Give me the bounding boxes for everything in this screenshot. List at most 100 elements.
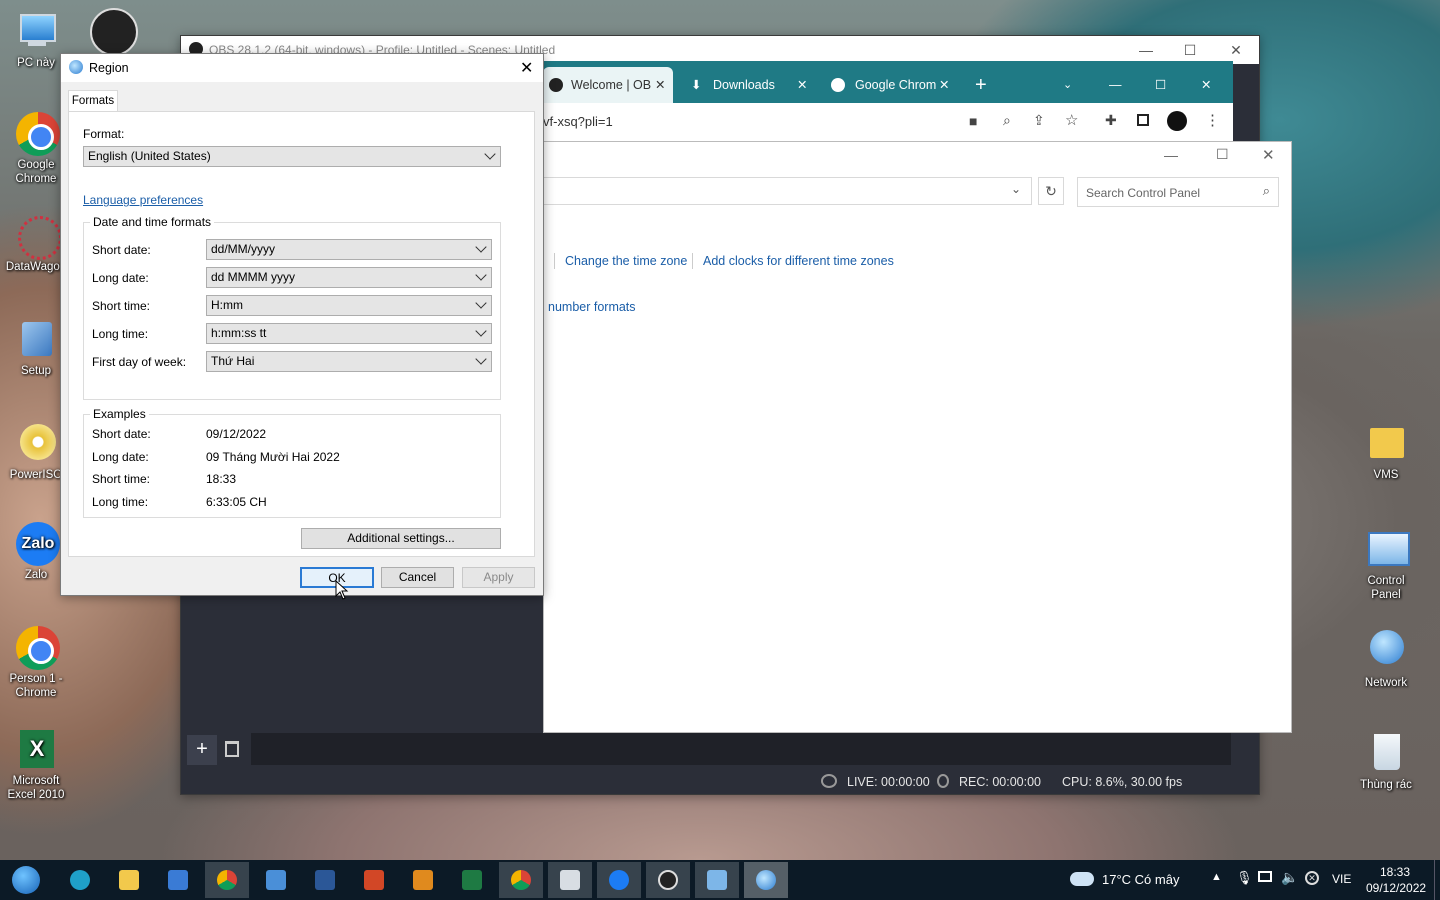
long-date-select[interactable]: dd MMMM yyyy [206, 267, 492, 288]
excel-icon [462, 870, 482, 890]
chrome-profile-icon [14, 626, 60, 670]
show-desktop-button[interactable] [1434, 860, 1440, 900]
windows-icon [12, 866, 40, 894]
tab-welcome-obs[interactable]: Welcome | OB ✕ [543, 67, 673, 103]
cancel-button[interactable]: Cancel [381, 567, 454, 588]
weather-text[interactable]: 17°C Có mây [1102, 872, 1179, 887]
desktop-icon-person-chrome[interactable]: Person 1 - Chrome [1, 626, 71, 700]
close-button[interactable]: ✕ [1262, 146, 1275, 164]
network-icon[interactable] [1258, 871, 1272, 882]
language-preferences-link[interactable]: Language preferences [83, 193, 203, 207]
start-button[interactable] [4, 862, 48, 898]
first-day-select[interactable]: Thứ Hai [206, 351, 492, 372]
desktop-icon-control-panel[interactable]: Control Panel [1351, 528, 1421, 602]
camera-icon[interactable]: ■ [969, 113, 977, 129]
tab-google-chrome[interactable]: Google Chrom ✕ [825, 67, 955, 103]
maximize-button[interactable]: ☐ [1175, 40, 1205, 60]
taskbar-obs[interactable] [646, 862, 690, 898]
taskbar-store[interactable] [156, 862, 200, 898]
close-button[interactable]: ✕ [1201, 67, 1221, 103]
close-icon[interactable]: ✕ [797, 67, 807, 103]
tab-search-icon[interactable]: ⌄ [1063, 67, 1083, 103]
side-panel-icon[interactable] [1137, 114, 1149, 126]
close-icon[interactable]: ✕ [655, 67, 665, 103]
chevron-down-icon[interactable]: ⌄ [1011, 182, 1021, 196]
long-time-select[interactable]: h:mm:ss tt [206, 323, 492, 344]
tab-label: Google Chrom [855, 78, 937, 92]
taskbar-excel[interactable] [450, 862, 494, 898]
change-time-zone-link[interactable]: Change the time zone [565, 254, 687, 268]
short-date-label: Short date: [92, 243, 151, 257]
taskbar-chrome[interactable] [205, 862, 249, 898]
short-date-value: dd/MM/yyyy [211, 242, 276, 256]
region-titlebar: Region ✕ [61, 54, 543, 82]
chevron-up-icon[interactable]: ▲ [1211, 871, 1222, 883]
format-value: English (United States) [88, 149, 211, 163]
microphone-icon[interactable]: 🎙 [1236, 870, 1253, 886]
add-source-button[interactable]: + [187, 735, 217, 765]
format-select[interactable]: English (United States) [83, 146, 501, 167]
minimize-button[interactable]: — [1131, 40, 1161, 60]
taskbar-control[interactable] [548, 862, 592, 898]
number-formats-link[interactable]: number formats [548, 300, 636, 314]
minimize-button[interactable]: — [1109, 67, 1129, 103]
close-button[interactable]: ✕ [1221, 40, 1251, 60]
address-bar[interactable]: ⌄ [544, 177, 1032, 205]
edge-icon [70, 870, 90, 890]
desktop-icon-label: Control Panel [1367, 575, 1405, 601]
desktop-icon-label: Microsoft Excel 2010 [7, 775, 65, 801]
taskbar-zalo[interactable] [597, 862, 641, 898]
taskbar-explorer[interactable] [107, 862, 151, 898]
apply-button[interactable]: Apply [462, 567, 535, 588]
search-input[interactable]: Search Control Panel ⌕ [1077, 177, 1279, 207]
taskbar-powerpoint[interactable] [352, 862, 396, 898]
address-bar[interactable]: vf-xsq?pli=1 [543, 114, 613, 129]
add-clocks-link[interactable]: Add clocks for different time zones [703, 254, 894, 268]
close-icon[interactable]: ✕ [939, 67, 949, 103]
disc-icon [14, 422, 58, 466]
taskbar-word[interactable] [303, 862, 347, 898]
bookmark-star-icon[interactable]: ☆ [1065, 111, 1078, 129]
short-time-label: Short time: [92, 299, 151, 313]
computer-icon [14, 10, 58, 54]
long-time-label: Long time: [92, 327, 149, 341]
taskbar-chrome-profile[interactable] [499, 862, 543, 898]
close-button[interactable]: ✕ [520, 58, 533, 78]
desktop-icon-network[interactable]: Network [1351, 630, 1421, 690]
desktop-icon-excel[interactable]: X Microsoft Excel 2010 [1, 728, 71, 802]
zoom-icon[interactable]: ⌕ [1003, 112, 1011, 129]
excel-icon: X [14, 728, 58, 772]
example-label: Long time: [92, 495, 149, 509]
desktop-icon-label: Network [1364, 677, 1408, 689]
taskbar-region[interactable] [744, 862, 788, 898]
short-date-select[interactable]: dd/MM/yyyy [206, 239, 492, 260]
volume-icon[interactable]: 🔈 [1281, 869, 1298, 886]
taskbar-edge[interactable] [58, 862, 102, 898]
desktop-icon-label: VMS [1373, 469, 1399, 481]
clock[interactable]: 18:33 09/12/2022 [1366, 864, 1426, 896]
notification-icon[interactable]: ✕ [1305, 871, 1319, 885]
taskbar-slides[interactable] [401, 862, 445, 898]
desktop-icon-vms[interactable]: VMS [1351, 422, 1421, 482]
menu-icon[interactable]: ⋮ [1205, 111, 1220, 129]
tab-formats[interactable]: Formats [68, 90, 118, 112]
minimize-button[interactable]: — [1164, 147, 1178, 163]
refresh-button[interactable]: ↻ [1038, 177, 1064, 205]
chevron-down-icon [475, 269, 487, 281]
trash-icon[interactable] [225, 741, 239, 757]
extensions-icon[interactable]: ✚ [1105, 112, 1117, 129]
short-time-select[interactable]: H:mm [206, 295, 492, 316]
maximize-button[interactable]: ☐ [1155, 67, 1175, 103]
tab-downloads[interactable]: ⬇ Downloads ✕ [683, 67, 813, 103]
avatar[interactable] [1167, 111, 1187, 131]
search-icon: ⌕ [1262, 183, 1270, 198]
taskbar-remote[interactable] [254, 862, 298, 898]
additional-settings-button[interactable]: Additional settings... [301, 528, 501, 549]
taskbar-control-panel[interactable] [695, 862, 739, 898]
share-icon[interactable]: ⇪ [1033, 112, 1045, 129]
new-tab-button[interactable]: + [975, 67, 995, 103]
maximize-button[interactable]: ☐ [1216, 146, 1229, 163]
desktop-icon-recycle-bin[interactable]: Thùng rác [1351, 732, 1421, 792]
obs-desktop-icon[interactable] [90, 8, 138, 56]
input-language[interactable]: VIE [1332, 872, 1351, 886]
